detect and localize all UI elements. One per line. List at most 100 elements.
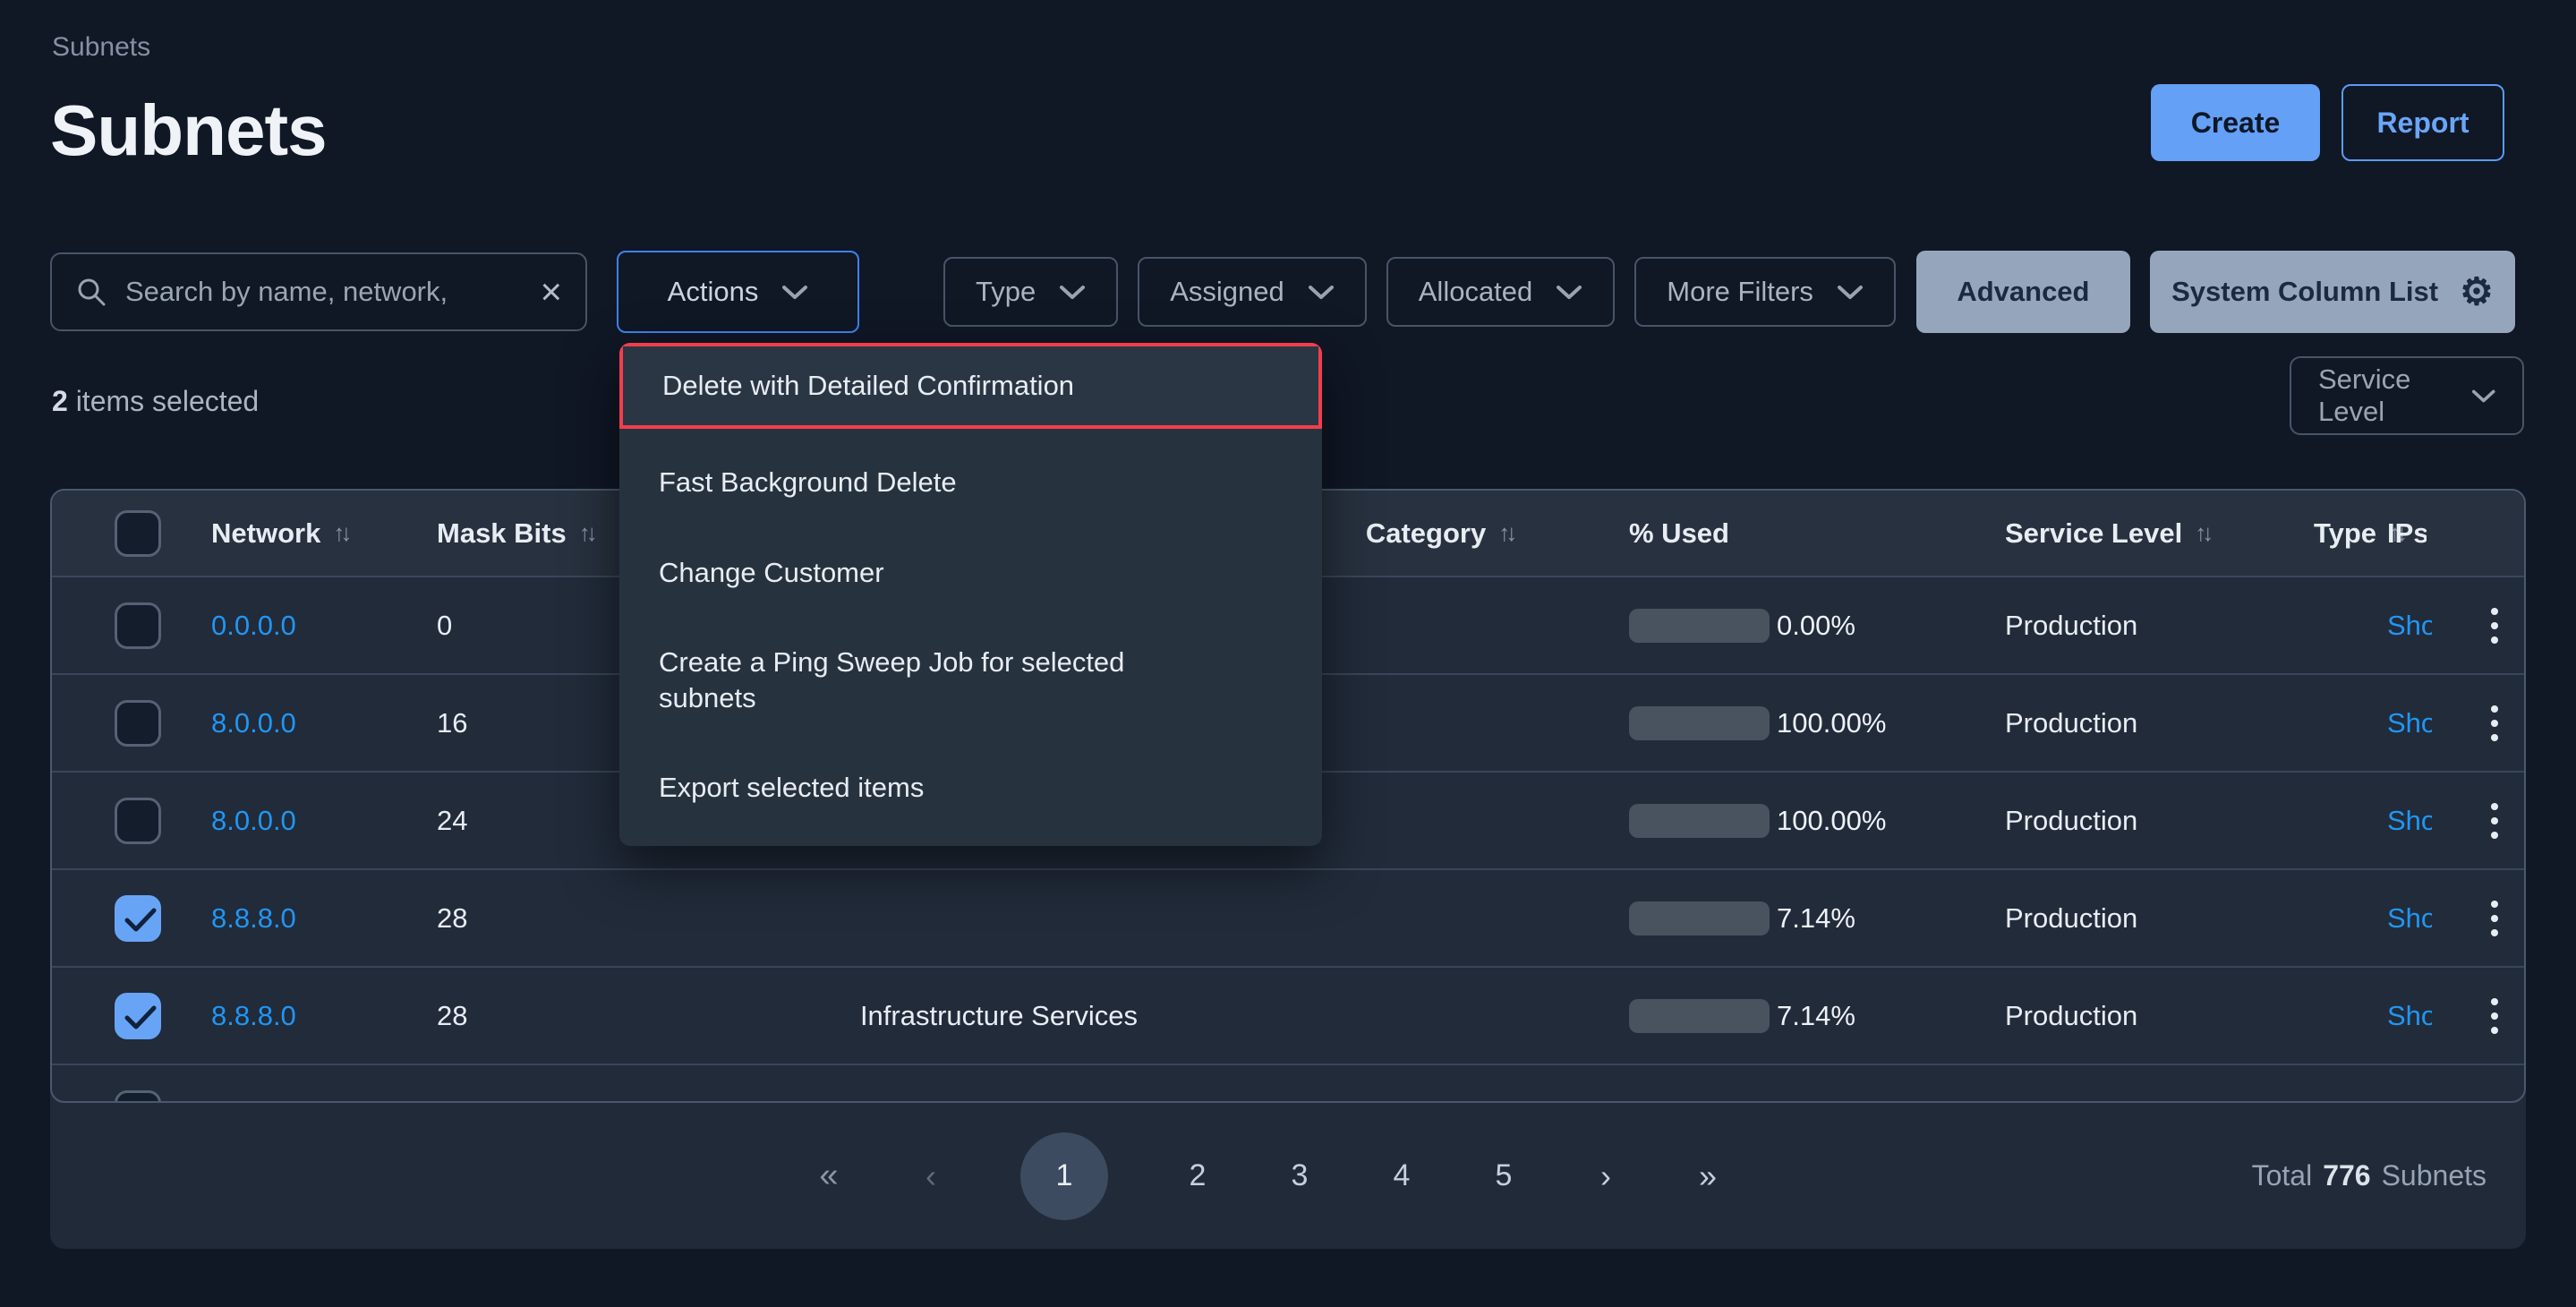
search-input[interactable]: Search by name, network, × [50,252,587,331]
mask-bits-cell: 28 [437,1000,748,1032]
chevron-down-icon [781,285,808,300]
sort-icon[interactable]: ↑↓ [2195,519,2209,547]
column-header-service-level[interactable]: Service Level↑↓ [2005,517,2209,550]
check-icon [124,907,157,934]
first-page-icon[interactable]: « [816,1157,841,1195]
row-menu-kebab-icon[interactable] [2486,700,2503,747]
next-page-icon[interactable]: › [1593,1158,1618,1195]
actions-menu: Delete with Detailed Confirmation Fast Ba… [619,343,1322,846]
selection-count-number: 2 [52,385,68,417]
last-page-icon[interactable]: » [1695,1158,1720,1195]
row-menu-kebab-icon[interactable] [2486,895,2503,942]
filter-type-dropdown[interactable]: Type [943,257,1118,327]
row-checkbox[interactable] [115,1090,161,1103]
filter-dropdowns: Type Assigned Allocated More Filters [943,257,1896,327]
ips-show-link[interactable]: Show [2387,902,2432,935]
chevron-down-icon [1837,285,1864,300]
ips-show-link[interactable]: Show [2387,707,2432,739]
sort-icon[interactable]: ↑↓ [333,519,347,547]
menu-item-export-selected-items[interactable]: Export selected items [619,743,1322,833]
advanced-button[interactable]: Advanced [1916,251,2130,333]
selection-count: 2 items selected [52,385,259,418]
selection-count-text: items selected [76,385,260,417]
ips-show-link[interactable]: Show [2387,805,2432,837]
menu-item-delete-with-detailed[interactable]: Delete with Detailed Confirmation [619,343,1322,429]
network-link[interactable]: 0.0.0.0 [211,610,296,641]
chevron-down-icon [1556,285,1582,300]
row-menu-kebab-icon[interactable] [2486,798,2503,844]
system-column-list-button[interactable]: System Column List ⚙ [2150,251,2515,333]
used-cell: 7.14% [1629,999,1960,1033]
usage-bar [1629,609,1770,643]
table-row: 8.8.8.0 28 Infrastructure Services 7.14%… [52,966,2524,1064]
menu-item-fast-background-delete[interactable]: Fast Background Delete [619,438,1322,527]
row-checkbox[interactable] [115,602,161,649]
clear-search-icon[interactable]: × [540,273,562,311]
column-header-ips: IPs [2387,517,2427,550]
row-checkbox[interactable] [115,700,161,747]
ips-show-link[interactable]: Show [2387,1000,2432,1032]
usage-percent: 7.14% [1777,1000,1855,1032]
create-button[interactable]: Create [2151,84,2320,161]
actions-dropdown-button[interactable]: Actions [617,251,859,333]
service-level-dropdown[interactable]: Service Level [2290,356,2524,435]
row-checkbox[interactable] [115,895,161,942]
menu-item-create-a-ping[interactable]: Create a Ping Sweep Job for selected sub… [619,618,1322,744]
page-number-1-active[interactable]: 1 [1020,1132,1108,1220]
table-row-partial [52,1064,2524,1103]
filter-label: Allocated [1419,276,1533,308]
breadcrumb[interactable]: Subnets [52,32,150,63]
network-link[interactable]: 8.8.8.0 [211,1000,296,1031]
usage-bar [1629,999,1770,1033]
service-level-cell: Production [1960,805,2314,837]
column-header-used: % Used [1629,517,1729,550]
column-header-category[interactable]: Category↑↓ [1366,517,1513,550]
column-header-mask-bits[interactable]: Mask Bits↑↓ [437,517,593,550]
filter-label: More Filters [1667,276,1813,308]
sort-icon[interactable]: ↑↓ [579,519,593,547]
system-column-list-label: System Column List [2171,276,2438,308]
usage-percent: 100.00% [1777,805,1886,837]
page-number-5[interactable]: 5 [1491,1158,1516,1193]
filter-allocated-dropdown[interactable]: Allocated [1386,257,1616,327]
row-checkbox[interactable] [115,993,161,1039]
gear-icon: ⚙ [2460,273,2494,311]
ips-show-link[interactable]: Show [2387,610,2432,642]
report-button[interactable]: Report [2341,84,2504,161]
table-row: 8.8.8.0 28 7.14% Production Show [52,868,2524,966]
chevron-down-icon [1308,285,1335,300]
filter-more-filters-dropdown[interactable]: More Filters [1634,257,1896,327]
filter-assigned-dropdown[interactable]: Assigned [1138,257,1367,327]
used-cell: 7.14% [1629,901,1960,935]
page-number-4[interactable]: 4 [1389,1158,1414,1193]
service-level-cell: Production [1960,1000,2314,1032]
usage-percent: 0.00% [1777,610,1855,642]
filter-toolbar: Search by name, network, × Actions Type … [50,243,2526,341]
page-number-2[interactable]: 2 [1185,1158,1210,1193]
column-header-network[interactable]: Network↑↓ [211,517,347,550]
service-level-cell: Production [1960,610,2314,642]
select-all-checkbox[interactable] [115,510,161,557]
menu-item-change-customer[interactable]: Change Customer [619,528,1322,618]
mask-bits-cell: 28 [437,902,748,935]
row-menu-kebab-icon[interactable] [2486,993,2503,1039]
row-checkbox[interactable] [115,798,161,844]
network-link[interactable]: 8.8.8.0 [211,902,296,934]
used-cell: 0.00% [1629,609,1960,643]
network-link[interactable]: 8.0.0.0 [211,707,296,739]
usage-bar [1629,804,1770,838]
prev-page-icon[interactable]: ‹ [918,1158,943,1195]
used-cell: 100.00% [1629,706,1960,740]
network-link[interactable]: 8.0.0.0 [211,805,296,836]
sort-icon[interactable]: ↑↓ [1498,519,1513,547]
chevron-down-icon [1059,285,1086,300]
table-footer: « ‹ 12345 › » Total776Subnets [50,1103,2526,1249]
row-menu-kebab-icon[interactable] [2486,602,2503,649]
page-title: Subnets [50,90,327,172]
usage-bar [1629,706,1770,740]
filter-label: Type [976,276,1036,308]
chevron-down-icon [2471,389,2495,404]
search-placeholder: Search by name, network, [125,276,522,308]
search-icon [75,276,107,308]
page-number-3[interactable]: 3 [1287,1158,1312,1193]
